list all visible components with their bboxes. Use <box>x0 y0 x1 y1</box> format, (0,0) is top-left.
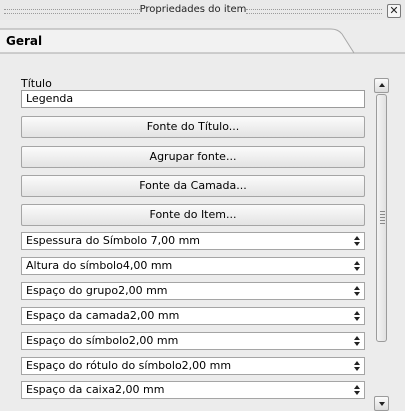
layer-space-value: Espaço da camada2,00 mm <box>26 309 180 322</box>
title-font-button[interactable]: Fonte do Título... <box>21 116 365 138</box>
symbol-space-value: Espaço do símbolo2,00 mm <box>26 334 179 347</box>
spin-arrows-icon[interactable] <box>352 309 362 323</box>
arrow-down-icon <box>379 402 385 406</box>
spin-arrows-icon[interactable] <box>352 234 362 248</box>
scroll-down-button[interactable] <box>374 396 389 411</box>
close-icon[interactable]: ✕ <box>387 4 401 18</box>
group-space-value: Espaço do grupo2,00 mm <box>26 284 168 297</box>
symbol-label-space-spinbox[interactable]: Espaço do rótulo do símbolo2,00 mm <box>21 357 365 375</box>
vertical-scrollbar[interactable] <box>374 78 390 411</box>
title-label: Título <box>21 77 52 90</box>
tab-geral[interactable]: Geral <box>6 34 42 48</box>
spin-arrows-icon[interactable] <box>352 383 362 397</box>
spin-arrows-icon[interactable] <box>352 259 362 273</box>
symbol-width-value: Espessura do Símbolo 7,00 mm <box>26 234 201 247</box>
group-font-button[interactable]: Agrupar fonte... <box>21 146 365 168</box>
symbol-space-spinbox[interactable]: Espaço do símbolo2,00 mm <box>21 332 365 350</box>
title-input[interactable]: Legenda <box>21 90 365 108</box>
layer-space-spinbox[interactable]: Espaço da camada2,00 mm <box>21 307 365 325</box>
group-space-spinbox[interactable]: Espaço do grupo2,00 mm <box>21 282 365 300</box>
scrollbar-track[interactable] <box>376 94 387 394</box>
spin-arrows-icon[interactable] <box>352 284 362 298</box>
symbol-label-space-value: Espaço do rótulo do símbolo2,00 mm <box>26 359 232 372</box>
box-space-spinbox[interactable]: Espaço da caixa2,00 mm <box>21 381 365 399</box>
arrow-up-icon <box>379 83 385 87</box>
symbol-height-value: Altura do símbolo4,00 mm <box>26 259 173 272</box>
spin-arrows-icon[interactable] <box>352 334 362 348</box>
properties-content: Título Legenda Fonte do Título... Agrupa… <box>0 72 370 410</box>
symbol-height-spinbox[interactable]: Altura do símbolo4,00 mm <box>21 257 365 275</box>
scrollbar-thumb[interactable] <box>376 94 387 342</box>
tab-shape <box>0 28 405 54</box>
scroll-up-button[interactable] <box>374 78 389 93</box>
scrollbar-grip-icon <box>380 211 385 225</box>
window-titlebar[interactable]: Propriedades do item ✕ <box>0 0 405 20</box>
item-properties-panel: Geral Título Legenda Fonte do Título... … <box>0 20 405 411</box>
symbol-width-spinbox[interactable]: Espessura do Símbolo 7,00 mm <box>21 232 365 250</box>
item-font-button[interactable]: Fonte do Item... <box>21 204 365 226</box>
spin-arrows-icon[interactable] <box>352 359 362 373</box>
box-space-value: Espaço da caixa2,00 mm <box>26 383 165 396</box>
window-title: Propriedades do item <box>139 4 247 15</box>
layer-font-button[interactable]: Fonte da Camada... <box>21 175 365 197</box>
